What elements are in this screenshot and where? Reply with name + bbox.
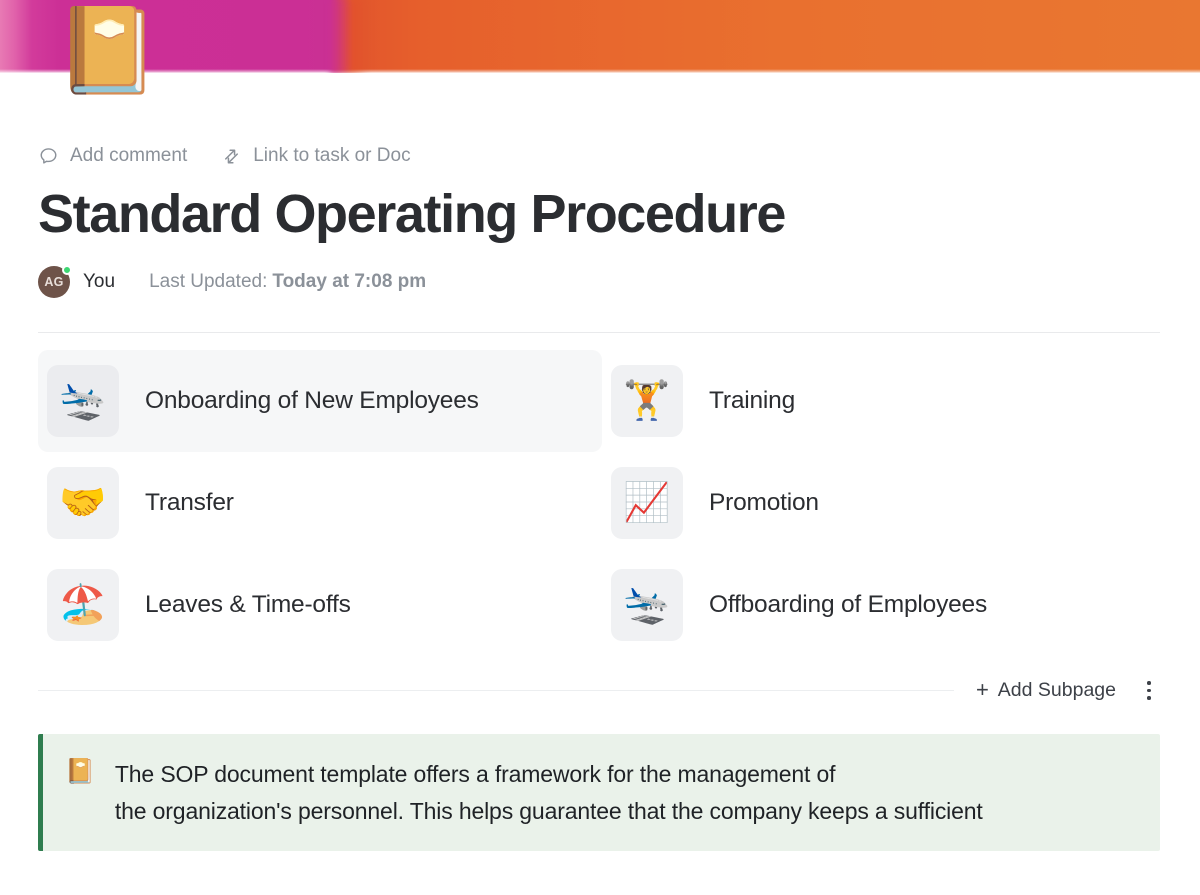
document-byline: AG You Last Updated: Today at 7:08 pm <box>38 264 1160 300</box>
last-updated-label: Last Updated: <box>149 271 268 293</box>
subpage-footer: + Add Subpage <box>38 668 1160 712</box>
document-content: Add comment Link to task or Doc Standard… <box>38 140 1160 852</box>
banner-bottom-fade <box>0 69 1200 73</box>
person-lifting-weights-icon: 🏋️ <box>611 365 683 438</box>
subpage-label: Offboarding of Employees <box>709 591 988 619</box>
kebab-menu-icon[interactable] <box>1138 677 1160 703</box>
document-page: 📔 Add comment Link to task or Doc Standa… <box>0 0 1200 895</box>
kebab-dot <box>1147 681 1151 685</box>
airplane-arrival-icon: 🛬 <box>611 569 683 642</box>
beach-with-umbrella-icon: 🏖️ <box>47 569 119 642</box>
avatar[interactable]: AG <box>38 265 72 299</box>
kebab-dot <box>1147 688 1151 693</box>
add-subpage-button[interactable]: + Add Subpage <box>976 679 1116 702</box>
plus-icon: + <box>975 677 989 703</box>
subpage-label: Training <box>709 387 796 415</box>
online-status-dot <box>62 265 72 276</box>
comment-icon <box>38 146 59 167</box>
subpage-card-promotion[interactable]: 📈 Promotion <box>602 452 1166 554</box>
notebook-icon: 📔 <box>65 758 95 786</box>
link-to-task-label: Link to task or Doc <box>253 145 411 166</box>
callout-line-2: the organization's personnel. This helps… <box>114 797 983 824</box>
document-meta-actions: Add comment Link to task or Doc <box>38 140 1160 172</box>
subpage-card-leaves[interactable]: 🏖️ Leaves & Time-offs <box>38 554 602 656</box>
byline-author: You <box>83 271 116 293</box>
subpage-label: Transfer <box>145 489 234 517</box>
content-divider-bottom <box>38 689 954 691</box>
add-subpage-label: Add Subpage <box>997 678 1116 701</box>
link-transfer-icon <box>221 146 242 167</box>
kebab-dot <box>1147 696 1151 700</box>
add-comment-label: Add comment <box>70 145 188 166</box>
subpage-card-transfer[interactable]: 🤝 Transfer <box>38 452 602 554</box>
callout-text: The SOP document template offers a frame… <box>115 756 983 829</box>
subpage-card-onboarding[interactable]: 🛬 Onboarding of New Employees <box>38 350 602 453</box>
subpage-card-training[interactable]: 🏋️ Training <box>602 350 1166 452</box>
subpage-card-offboarding[interactable]: 🛬 Offboarding of Employees <box>602 554 1166 656</box>
page-title[interactable]: Standard Operating Procedure <box>38 184 1160 244</box>
chart-increasing-icon: 📈 <box>611 467 683 540</box>
subpage-grid: 🛬 Onboarding of New Employees 🏋️ Trainin… <box>38 333 1160 668</box>
subpage-label: Leaves & Time-offs <box>145 591 351 619</box>
subpage-label: Onboarding of New Employees <box>145 387 479 415</box>
link-to-task-button[interactable]: Link to task or Doc <box>221 145 411 167</box>
subpage-label: Promotion <box>709 489 819 517</box>
airplane-arrival-icon: 🛬 <box>47 365 119 438</box>
document-icon[interactable]: 📔 <box>55 8 160 92</box>
callout-line-1: The SOP document template offers a frame… <box>114 761 836 788</box>
cover-banner[interactable] <box>0 0 1200 73</box>
callout-block[interactable]: 📔 The SOP document template offers a fra… <box>38 734 1160 852</box>
handshake-icon: 🤝 <box>47 467 119 540</box>
add-comment-button[interactable]: Add comment <box>38 145 187 167</box>
last-updated-value: Today at 7:08 pm <box>272 271 427 293</box>
